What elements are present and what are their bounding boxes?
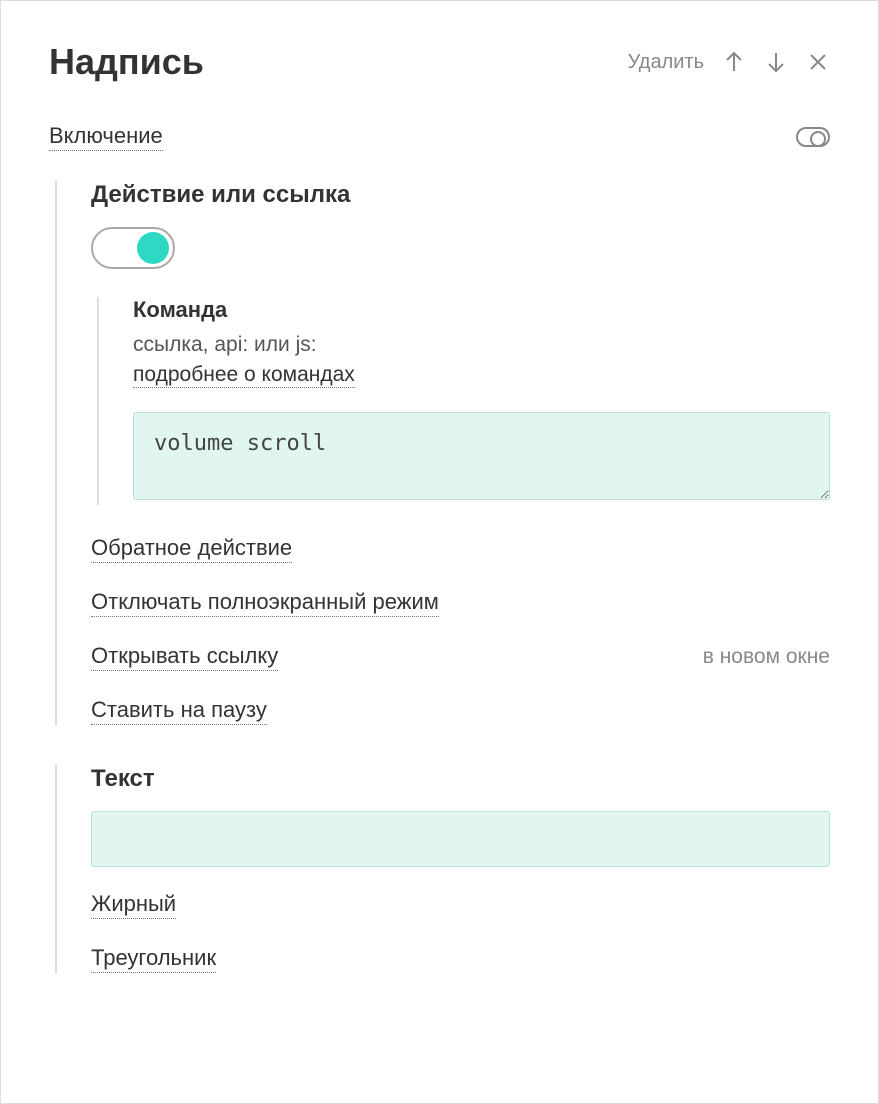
disable-fullscreen-option[interactable]: Отключать полноэкранный режим bbox=[91, 589, 439, 617]
move-up-icon[interactable] bbox=[722, 50, 746, 74]
open-link-option[interactable]: Открывать ссылку bbox=[91, 643, 278, 671]
panel-header: Надпись Удалить bbox=[49, 41, 830, 83]
command-heading: Команда bbox=[133, 297, 830, 323]
command-section: Команда ссылка, api: или js: подробнее о… bbox=[97, 297, 830, 505]
action-section: Действие или ссылка Команда ссылка, api:… bbox=[55, 181, 830, 725]
text-section: Текст Жирный Треугольник bbox=[55, 765, 830, 973]
text-input[interactable] bbox=[91, 811, 830, 867]
command-input[interactable] bbox=[133, 412, 830, 500]
enable-row: Включение bbox=[49, 123, 830, 151]
enable-toggle[interactable] bbox=[796, 127, 830, 147]
close-icon[interactable] bbox=[806, 50, 830, 74]
panel-title: Надпись bbox=[49, 41, 204, 83]
label-settings-panel: Надпись Удалить Включение bbox=[0, 0, 879, 1104]
command-more-link[interactable]: подробнее о командах bbox=[133, 363, 355, 388]
reverse-action-option[interactable]: Обратное действие bbox=[91, 535, 292, 563]
delete-button[interactable]: Удалить bbox=[628, 51, 704, 74]
action-heading: Действие или ссылка bbox=[91, 181, 830, 209]
bold-option[interactable]: Жирный bbox=[91, 891, 176, 919]
pause-option[interactable]: Ставить на паузу bbox=[91, 697, 267, 725]
open-link-value: в новом окне bbox=[703, 645, 830, 669]
move-down-icon[interactable] bbox=[764, 50, 788, 74]
header-actions: Удалить bbox=[628, 50, 830, 74]
triangle-option[interactable]: Треугольник bbox=[91, 945, 216, 973]
enable-label[interactable]: Включение bbox=[49, 123, 163, 151]
action-options: Обратное действие Отключать полноэкранны… bbox=[91, 535, 830, 725]
command-hint: ссылка, api: или js: bbox=[133, 333, 830, 357]
action-toggle[interactable] bbox=[91, 227, 175, 269]
text-heading: Текст bbox=[91, 765, 830, 793]
